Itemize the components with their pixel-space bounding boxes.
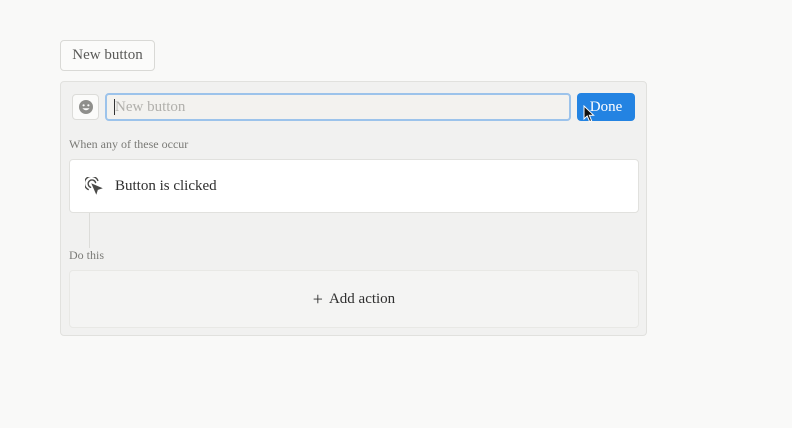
flow-connector-line bbox=[89, 213, 90, 248]
triggers-section-label: When any of these occur bbox=[69, 137, 189, 151]
trigger-label: Button is clicked bbox=[115, 177, 217, 194]
trigger-button-clicked[interactable]: Button is clicked bbox=[69, 159, 639, 213]
text-caret bbox=[114, 99, 115, 115]
emoji-picker-button[interactable] bbox=[72, 94, 99, 120]
actions-section-label: Do this bbox=[69, 248, 105, 262]
button-name-input[interactable] bbox=[105, 93, 571, 121]
new-button-preview[interactable]: New button bbox=[60, 40, 155, 71]
mouse-pointer-icon bbox=[583, 104, 595, 128]
smiley-face-icon bbox=[78, 99, 94, 115]
pointer-click-icon bbox=[85, 177, 103, 195]
button-editor-panel: Done When any of these occur Button is c… bbox=[60, 81, 647, 336]
new-button-label: New button bbox=[72, 47, 143, 63]
add-action-button[interactable]: + Add action bbox=[69, 270, 639, 328]
add-action-label: Add action bbox=[328, 290, 396, 307]
plus-icon: + bbox=[312, 289, 323, 309]
